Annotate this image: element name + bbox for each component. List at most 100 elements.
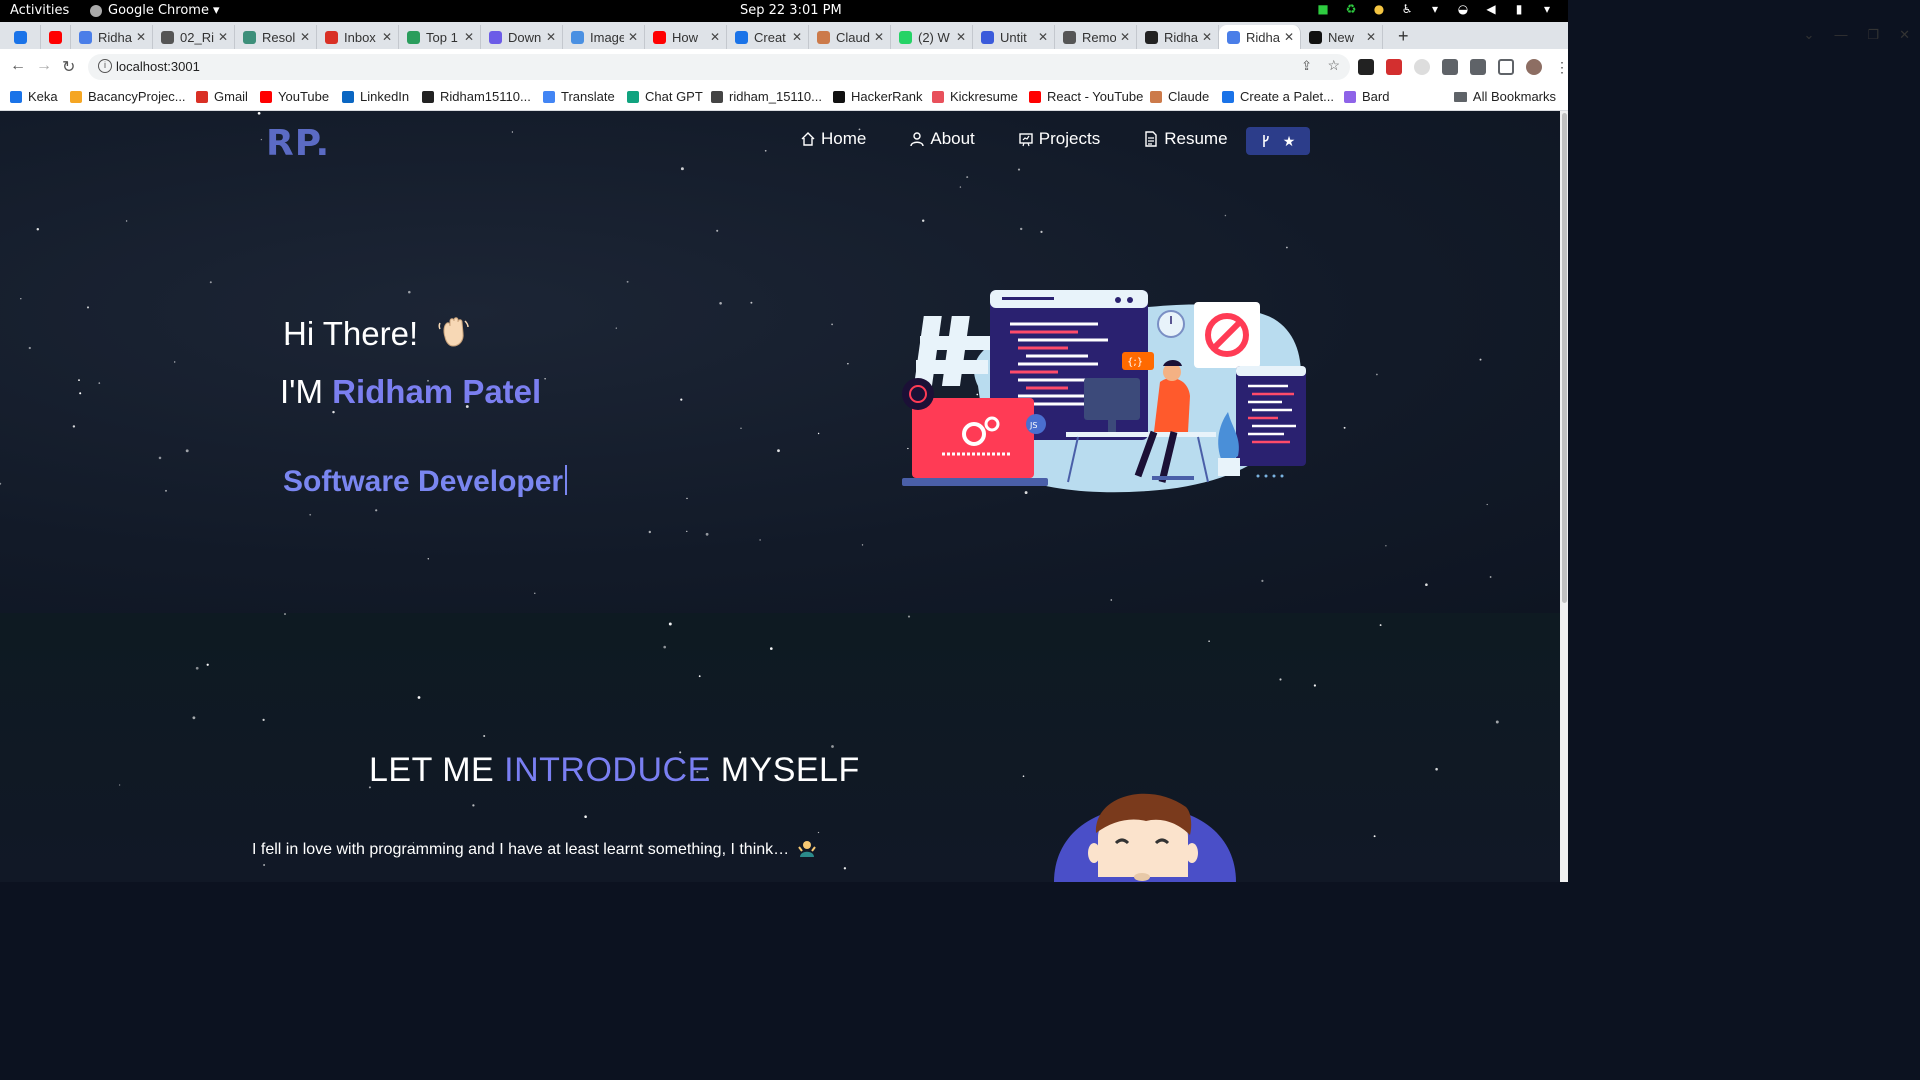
bookmark-item[interactable]: Chat GPT: [627, 89, 703, 104]
activities-button[interactable]: Activities: [10, 3, 69, 18]
menu-icon[interactable]: ⋮: [1554, 59, 1570, 75]
tab-close-icon[interactable]: ✕: [464, 30, 474, 44]
bookmark-label: Chat GPT: [645, 89, 703, 104]
tab-close-icon[interactable]: ✕: [382, 30, 392, 44]
app-menu[interactable]: Google Chrome ▾: [90, 3, 220, 18]
profile-avatar[interactable]: [1526, 59, 1542, 75]
folder-icon: [1453, 91, 1467, 102]
tab-close-icon[interactable]: ✕: [300, 30, 310, 44]
site-logo[interactable]: RP.: [266, 123, 330, 164]
new-tab-button[interactable]: +: [1398, 26, 1409, 47]
address-bar[interactable]: i localhost:3001 ⇪ ☆: [88, 54, 1350, 80]
browser-tab[interactable]: New ✕: [1301, 25, 1383, 49]
tray-app-icon[interactable]: ■: [1316, 2, 1330, 16]
browser-tab[interactable]: Top 1 ✕: [399, 25, 481, 49]
tab-search-icon[interactable]: ⌄: [1804, 27, 1815, 43]
bookmark-item[interactable]: Claude: [1150, 89, 1209, 104]
extension-fd-icon[interactable]: [1358, 59, 1374, 75]
extension-circle-icon[interactable]: [1414, 59, 1430, 75]
bookmark-item[interactable]: LinkedIn: [342, 89, 409, 104]
tab-close-icon[interactable]: ✕: [956, 30, 966, 44]
tab-close-icon[interactable]: ✕: [1366, 30, 1376, 44]
browser-tab[interactable]: Ridha ✕: [71, 25, 153, 49]
url-text[interactable]: localhost:3001: [116, 59, 200, 74]
share-icon[interactable]: ⇪: [1301, 58, 1312, 74]
browser-tab[interactable]: Down ✕: [481, 25, 563, 49]
close-icon[interactable]: ✕: [1899, 27, 1910, 43]
weather-icon[interactable]: ●: [1372, 2, 1386, 16]
wifi-icon[interactable]: ◒: [1456, 2, 1470, 16]
bookmark-item[interactable]: Gmail: [196, 89, 248, 104]
browser-tab[interactable]: Inbox ✕: [317, 25, 399, 49]
github-repo-button[interactable]: ★: [1246, 127, 1310, 155]
tab-close-icon[interactable]: ✕: [218, 30, 228, 44]
clock[interactable]: Sep 22 3:01 PM: [740, 3, 842, 18]
bookmark-item[interactable]: Keka: [10, 89, 58, 104]
reload-icon[interactable]: ↻: [62, 57, 75, 77]
nav-about[interactable]: About: [909, 129, 975, 149]
bookmark-item[interactable]: ridham_15110...: [711, 89, 822, 104]
volume-icon[interactable]: ◀: [1484, 2, 1498, 16]
browser-tab[interactable]: Image ✕: [563, 25, 645, 49]
extension-red-icon[interactable]: [1386, 59, 1402, 75]
fork-icon: [1262, 135, 1269, 147]
browser-tab[interactable]: Ridha ✕: [1137, 25, 1219, 49]
browser-tab[interactable]: Ridha ✕: [1219, 25, 1301, 49]
all-bookmarks[interactable]: All Bookmarks: [1453, 89, 1556, 104]
site-info-icon[interactable]: i: [98, 59, 112, 73]
minimize-icon[interactable]: —: [1834, 27, 1847, 43]
download-icon[interactable]: [1470, 59, 1486, 75]
tab-close-icon[interactable]: ✕: [136, 30, 146, 44]
page-scrollbar-thumb[interactable]: [1562, 113, 1567, 603]
bookmark-item[interactable]: YouTube: [260, 89, 329, 104]
back-icon[interactable]: ←: [10, 57, 26, 75]
sync-icon[interactable]: ♻: [1344, 2, 1358, 16]
system-tray[interactable]: ■ ♻ ● ♿ ▾ ◒ ◀ ▮ ▾: [1316, 2, 1554, 16]
browser-tab[interactable]: Remo ✕: [1055, 25, 1137, 49]
bookmark-item[interactable]: Create a Palet...: [1222, 89, 1334, 104]
tab-close-icon[interactable]: ✕: [1284, 30, 1294, 44]
bookmark-item[interactable]: React - YouTube: [1029, 89, 1143, 104]
side-panel-icon[interactable]: [1498, 59, 1514, 75]
bookmark-item[interactable]: BacancyProjec...: [70, 89, 186, 104]
browser-tab[interactable]: Untit ✕: [973, 25, 1055, 49]
maximize-icon[interactable]: ❐: [1867, 27, 1879, 43]
bookmark-item[interactable]: HackerRank: [833, 89, 923, 104]
nav-projects[interactable]: Projects: [1018, 129, 1100, 149]
bookmark-label: ridham_15110...: [729, 89, 822, 104]
browser-tab[interactable]: [41, 25, 71, 49]
tab-close-icon[interactable]: ✕: [628, 30, 638, 44]
accessibility-icon[interactable]: ♿: [1400, 2, 1414, 16]
bookmark-item[interactable]: Kickresume: [932, 89, 1018, 104]
nav-home[interactable]: Home: [800, 129, 866, 149]
im-text: I'M: [280, 373, 323, 410]
nav-resume[interactable]: Resume: [1143, 129, 1228, 149]
chevron-down-icon[interactable]: ▾: [1540, 2, 1554, 16]
bookmark-item[interactable]: Bard: [1344, 89, 1389, 104]
window-controls: ⌄ — ❐ ✕: [1804, 27, 1910, 43]
tab-close-icon[interactable]: ✕: [1120, 30, 1130, 44]
tab-close-icon[interactable]: ✕: [546, 30, 556, 44]
puzzle-icon[interactable]: [1442, 59, 1458, 75]
tab-close-icon[interactable]: ✕: [1038, 30, 1048, 44]
bookmark-label: Kickresume: [950, 89, 1018, 104]
tab-close-icon[interactable]: ✕: [874, 30, 884, 44]
browser-tab[interactable]: Creat ✕: [727, 25, 809, 49]
tab-close-icon[interactable]: ✕: [1202, 30, 1212, 44]
chevron-down-icon[interactable]: ▾: [1428, 2, 1442, 16]
tab-close-icon[interactable]: ✕: [710, 30, 720, 44]
browser-tab[interactable]: Claud ✕: [809, 25, 891, 49]
bookmark-favicon-icon: [1344, 90, 1356, 103]
forward-icon[interactable]: →: [36, 57, 52, 75]
browser-tab[interactable]: 02_Ri ✕: [153, 25, 235, 49]
browser-tab[interactable]: Resol ✕: [235, 25, 317, 49]
tab-favicon-icon: [735, 30, 748, 44]
battery-icon[interactable]: ▮: [1512, 2, 1526, 16]
browser-tab[interactable]: How ✕: [645, 25, 727, 49]
bookmark-star-icon[interactable]: ☆: [1327, 57, 1340, 74]
browser-tab[interactable]: (2) W ✕: [891, 25, 973, 49]
tab-close-icon[interactable]: ✕: [792, 30, 802, 44]
bookmark-item[interactable]: Ridham15110...: [422, 89, 531, 104]
browser-tab[interactable]: [6, 25, 41, 49]
bookmark-item[interactable]: Translate: [543, 89, 615, 104]
